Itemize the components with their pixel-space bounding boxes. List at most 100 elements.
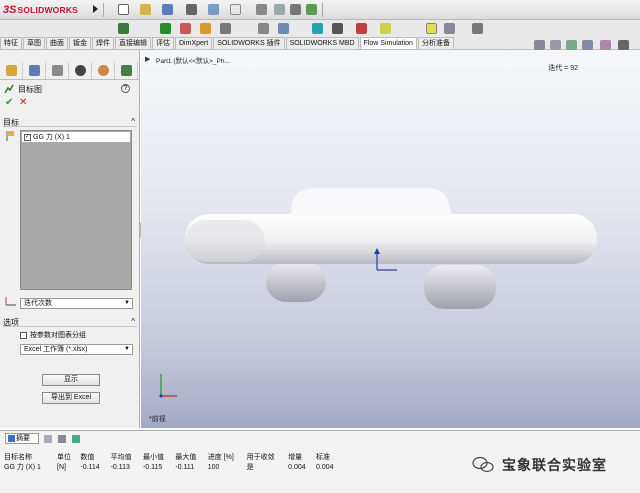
solidworks-logo[interactable]: 3S SOLIDWORKS [3,2,93,18]
section-icon[interactable] [356,23,367,34]
reference-triad-icon [159,374,177,398]
section-view-icon[interactable] [582,40,593,50]
display-style-icon[interactable] [618,40,629,50]
goal-checkbox[interactable]: ✓ [24,133,31,141]
table-cell: 100 [207,463,220,471]
command-tab[interactable]: DimXpert [175,37,213,49]
refresh-icon[interactable] [44,435,52,443]
file-properties-icon[interactable] [274,4,285,15]
tab-dimxpert[interactable] [69,62,92,79]
customize-icon[interactable] [306,4,317,15]
mesh-icon[interactable] [220,23,231,34]
layout-icon[interactable] [472,23,483,34]
tab-flow[interactable] [115,62,138,79]
command-tab[interactable]: 评估 [152,37,174,49]
command-tab[interactable]: SOLIDWORKS MBD [285,37,359,49]
tab-display[interactable] [92,62,115,79]
lightbulb-icon[interactable] [380,23,391,34]
boundary-icon[interactable] [258,23,269,34]
property-manager-icon [28,65,40,76]
export-format-value: Excel 工作簿 (*.xlsx) [24,346,88,353]
display-icon[interactable] [444,23,455,34]
table-header-cell: 最小值 [142,454,164,461]
options-section-header[interactable]: 选项 ^ [3,317,137,327]
collapse-chevron-icon[interactable]: ^ [131,117,135,126]
table-header-row: 目标名称 单位 数值 平均值 最小值 最大值 进度 [%] 用于收敛 增量 标准 [4,452,344,462]
print-icon[interactable] [186,4,197,15]
save-icon[interactable] [162,4,173,15]
split-by-param-checkbox[interactable] [20,331,27,339]
show-button[interactable]: 显示 [42,374,100,386]
flow-toolbar-icon[interactable] [118,23,129,34]
command-tab[interactable]: 分析准备 [417,37,454,49]
command-tab[interactable]: 特征 [0,37,22,49]
goals-section-header[interactable]: 目标 ^ [3,117,137,127]
toolbar-separator [103,3,104,17]
x-axis-select[interactable]: 迭代次数 ▼ [20,298,133,309]
flow-analysis-icon [120,65,132,76]
tree-expand-icon[interactable]: ▶ [145,55,150,63]
view-orientation-label: *前视 [149,416,166,423]
menu-expand-icon[interactable] [93,5,98,13]
summary-select[interactable]: 摘要 [5,433,39,444]
table-cell: [N] [57,463,66,471]
sketch-pen-icon[interactable] [332,23,343,34]
zoom-area-icon[interactable] [550,40,561,50]
command-tab[interactable]: SOLIDWORKS 插件 [213,37,285,49]
breadcrumb[interactable]: Part1 (默认<<默认>_Ph... [156,55,230,65]
left-end-shade [185,220,265,262]
view-orientation-icon[interactable] [600,40,611,50]
chart-icon[interactable] [160,23,171,34]
export-excel-button[interactable]: 导出到 Excel [42,392,100,404]
command-tab[interactable]: 草图 [23,37,45,49]
rebuild-icon[interactable] [256,4,267,15]
part-model[interactable] [141,50,640,428]
crosshair-icon [74,65,86,76]
iteration-label: 迭代 = 92 [548,65,578,72]
command-tab[interactable]: 曲面 [46,37,68,49]
copy-icon[interactable] [58,435,66,443]
goals-icon[interactable] [278,23,289,34]
previous-view-icon[interactable] [566,40,577,50]
tooltip-icon[interactable] [426,23,437,34]
table-header-cell: 增量 [288,454,303,461]
command-tab[interactable]: 直接编辑 [115,37,151,49]
tab-property-manager[interactable] [23,62,46,79]
split-by-param-option[interactable]: 按参数对图表分组 [20,330,135,340]
ok-button[interactable]: ✔ [5,97,13,108]
display-manager-icon [97,65,109,76]
goal-plot-icon [4,84,14,94]
manager-tabs [0,62,140,80]
goal-label: GG 力 (X) 1 [33,134,70,141]
table-cell: -0.113 [110,463,130,471]
help-icon[interactable]: ? [121,84,130,93]
wechat-icon [472,456,494,473]
export-format-select[interactable]: Excel 工作簿 (*.xlsx) ▼ [20,344,133,355]
collapse-chevron-icon[interactable]: ^ [131,317,135,326]
run-icon[interactable] [312,23,323,34]
new-document-icon[interactable] [118,4,129,15]
results-icon[interactable] [180,23,191,34]
export-icon[interactable] [72,435,80,443]
undo-icon[interactable] [208,4,219,15]
open-folder-icon[interactable] [140,4,151,15]
goal-list[interactable]: ✓ GG 力 (X) 1 [20,130,132,290]
options-gear-icon[interactable] [290,4,301,15]
table-row[interactable]: GG 力 (X) 1 [N] -0.114 -0.113 -0.115 -0.111 100… [4,462,344,472]
graphics-viewport[interactable]: ▶ Part1 (默认<<默认>_Ph... 迭代 = 92 *前视 [141,50,640,428]
cancel-button[interactable]: ✕ [19,97,27,108]
select-icon[interactable] [230,4,241,15]
tab-configuration[interactable] [46,62,69,79]
logo-text: SOLIDWORKS [17,5,79,15]
tab-feature-tree[interactable] [0,62,23,79]
wizard-icon[interactable] [200,23,211,34]
pm-header: 目标图 ? [4,83,136,95]
chevron-down-icon: ▼ [124,300,130,306]
command-tab[interactable]: 焊件 [92,37,114,49]
table-header-cell: 用于收敛 [246,454,275,461]
command-tab[interactable]: 钣金 [69,37,91,49]
list-item[interactable]: ✓ GG 力 (X) 1 [22,132,130,142]
table-cell: -0.111 [175,463,195,471]
command-tab[interactable]: Flow Simulation [359,37,417,49]
zoom-fit-icon[interactable] [534,40,545,50]
